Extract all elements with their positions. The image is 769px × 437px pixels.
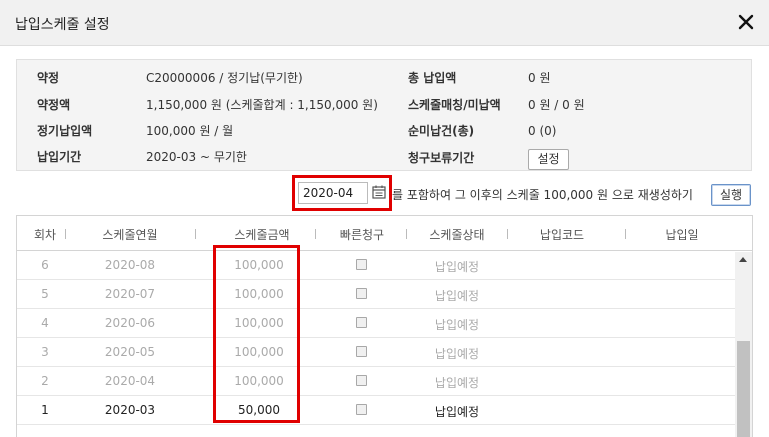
calendar-icon[interactable]	[372, 185, 386, 199]
header-schedule-status: 스케줄상태	[429, 228, 485, 242]
amount-value: 1,150,000 원 (스케줄합계 : 1,150,000 원)	[146, 98, 378, 112]
quick-billing-checkbox[interactable]	[356, 259, 367, 270]
header-payment-date: 납입일	[665, 228, 699, 242]
cell-status: 납입예정	[434, 405, 480, 419]
unpaid-count-value: 0 (0)	[528, 124, 557, 138]
regen-month-input[interactable]: 2020-04	[298, 182, 368, 204]
header-divider	[65, 229, 66, 239]
amount-highlight-box	[213, 245, 300, 423]
cell-round: 2	[41, 374, 49, 388]
regen-description: 를 포함하여 그 이후의 스케줄 100,000 원 으로 재생성하기	[392, 188, 693, 202]
total-paid-value: 0 원	[528, 71, 551, 85]
contract-label: 약정	[37, 71, 60, 85]
quick-billing-checkbox[interactable]	[356, 346, 367, 357]
header-divider	[315, 229, 316, 239]
table-row[interactable]: 5 2020-07 100,000 납입예정	[17, 280, 735, 309]
contract-value: C20000006 / 정기납(무기한)	[146, 71, 303, 85]
cell-round: 5	[41, 287, 49, 301]
cell-month: 2020-03	[104, 403, 156, 417]
unpaid-count-label: 순미납건(총)	[408, 124, 475, 138]
header-schedule-amount: 스케줄금액	[234, 228, 290, 242]
table-row[interactable]: 4 2020-06 100,000 납입예정	[17, 309, 735, 338]
quick-billing-checkbox[interactable]	[356, 404, 367, 415]
table-row[interactable]: 3 2020-05 100,000 납입예정	[17, 338, 735, 367]
quick-billing-checkbox[interactable]	[356, 288, 367, 299]
dialog-titlebar: 납입스케줄 설정	[0, 0, 769, 46]
cell-status: 납입예정	[434, 289, 480, 303]
amount-label: 약정액	[37, 98, 71, 112]
cell-status: 납입예정	[434, 347, 480, 361]
scroll-up-icon[interactable]	[739, 257, 747, 262]
table-row[interactable]: 6 2020-08 100,000 납입예정	[17, 251, 735, 280]
header-divider	[625, 229, 626, 239]
header-payment-code: 납입코드	[539, 228, 585, 242]
header-quick-billing: 빠른청구	[339, 228, 385, 242]
schedule-grid: 회차 스케줄연월 스케줄금액 빠른청구 스케줄상태 납입코드 납입일 6 202…	[16, 215, 753, 437]
cell-round: 6	[41, 258, 49, 272]
total-paid-label: 총 납입액	[408, 71, 457, 85]
cell-round: 4	[41, 316, 49, 330]
grid-scrollbar[interactable]	[735, 252, 752, 437]
matching-value: 0 원 / 0 원	[528, 98, 585, 112]
cell-month: 2020-05	[104, 345, 156, 359]
cell-status: 납입예정	[434, 318, 480, 332]
run-regenerate-button[interactable]: 실행	[711, 184, 751, 206]
period-label: 납입기간	[37, 150, 82, 164]
grid-header: 회차 스케줄연월 스케줄금액 빠른청구 스케줄상태 납입코드 납입일	[17, 216, 752, 251]
quick-billing-checkbox[interactable]	[356, 317, 367, 328]
close-icon[interactable]	[737, 13, 755, 31]
cell-round: 3	[41, 345, 49, 359]
cell-status: 납입예정	[434, 376, 480, 390]
quick-billing-checkbox[interactable]	[356, 375, 367, 386]
regular-amount-value: 100,000 원 / 월	[146, 124, 234, 138]
cell-month: 2020-04	[104, 374, 156, 388]
billing-hold-label: 청구보류기간	[408, 151, 475, 165]
header-round: 회차	[33, 228, 57, 242]
regular-amount-label: 정기납입액	[37, 124, 93, 138]
scroll-thumb[interactable]	[737, 341, 750, 437]
cell-status: 납입예정	[434, 260, 480, 274]
matching-label: 스케줄매칭/미납액	[408, 98, 501, 112]
contract-info-panel: 약정 C20000006 / 정기납(무기한) 약정액 1,150,000 원 …	[16, 59, 752, 171]
dialog-title: 납입스케줄 설정	[15, 17, 110, 33]
table-row[interactable]: 1 2020-03 50,000 납입예정	[17, 396, 735, 425]
header-divider	[195, 229, 196, 239]
period-value: 2020-03 ~ 무기한	[146, 150, 247, 164]
cell-month: 2020-07	[104, 287, 156, 301]
cell-round: 1	[41, 403, 49, 417]
header-schedule-month: 스케줄연월	[102, 228, 158, 242]
table-row[interactable]: 2 2020-04 100,000 납입예정	[17, 367, 735, 396]
cell-month: 2020-08	[104, 258, 156, 272]
cell-month: 2020-06	[104, 316, 156, 330]
billing-hold-set-button[interactable]: 설정	[528, 149, 569, 170]
